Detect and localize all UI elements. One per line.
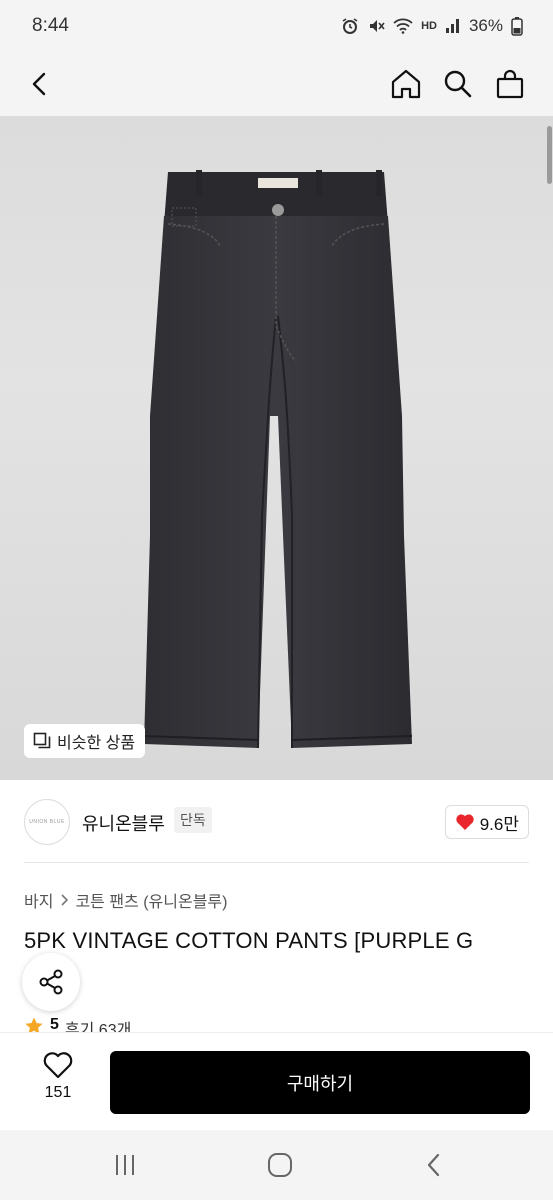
system-nav-bar <box>0 1130 553 1200</box>
back-button[interactable] <box>18 62 62 106</box>
brand-like-button[interactable]: 9.6만 <box>444 805 529 839</box>
home-circle-icon <box>268 1153 292 1177</box>
wishlist-button[interactable]: 151 <box>28 1051 88 1115</box>
battery-icon <box>511 17 523 36</box>
similar-products-button[interactable]: 비슷한 상품 <box>24 724 146 758</box>
search-button[interactable] <box>436 62 480 106</box>
heart-outline-icon <box>43 1052 73 1079</box>
exclusive-badge: 단독 <box>174 807 212 833</box>
chevron-left-icon <box>32 72 46 96</box>
jeans-image <box>143 170 413 749</box>
recents-icon <box>116 1155 134 1175</box>
wifi-icon <box>393 18 413 34</box>
share-icon <box>39 969 63 995</box>
back-icon <box>427 1153 440 1177</box>
shopping-bag-icon <box>496 69 524 99</box>
status-time: 8:44 <box>32 15 69 36</box>
breadcrumb: 바지 코튼 팬츠 (유니온블루) <box>24 888 227 912</box>
signal-icon <box>445 19 459 33</box>
product-title: 5PK VINTAGE COTTON PANTS [PURPLE G <box>24 928 474 953</box>
network-label: HD <box>421 20 437 32</box>
status-icons: HD 36% <box>341 16 523 36</box>
similar-products-label: 비슷한 상품 <box>57 735 136 752</box>
product-image[interactable]: 비슷한 상품 <box>0 116 553 780</box>
chevron-right-icon <box>61 894 69 906</box>
brand-row: UNION BLUE 유니온블루 단독 9.6만 <box>0 795 553 851</box>
brand-logo[interactable]: UNION BLUE <box>24 799 70 845</box>
system-home-button[interactable] <box>262 1148 298 1182</box>
divider <box>24 862 529 863</box>
recents-button[interactable] <box>107 1148 143 1182</box>
system-back-button[interactable] <box>416 1148 452 1182</box>
copy-icon <box>33 732 51 749</box>
alarm-icon <box>342 18 358 34</box>
home-button[interactable] <box>384 62 428 106</box>
bottom-action-bar: 151 구매하기 <box>0 1032 553 1130</box>
top-nav <box>0 52 553 116</box>
heart-filled-icon <box>456 814 474 830</box>
brand-name[interactable]: 유니온블루 <box>82 810 165 836</box>
battery-text: 36% <box>468 16 503 35</box>
share-button[interactable] <box>22 953 80 1011</box>
search-icon <box>444 70 472 98</box>
brand-like-count: 9.6만 <box>479 814 519 834</box>
mute-icon <box>370 20 385 32</box>
wishlist-count: 151 <box>44 1084 72 1101</box>
breadcrumb-category[interactable]: 바지 <box>24 888 53 912</box>
breadcrumb-subcategory[interactable]: 코튼 팬츠 (유니온블루) <box>75 888 227 912</box>
home-icon <box>391 69 421 99</box>
status-bar: 8:44 HD 36% <box>0 0 553 52</box>
buy-button[interactable]: 구매하기 <box>110 1051 530 1114</box>
cart-button[interactable] <box>488 62 532 106</box>
